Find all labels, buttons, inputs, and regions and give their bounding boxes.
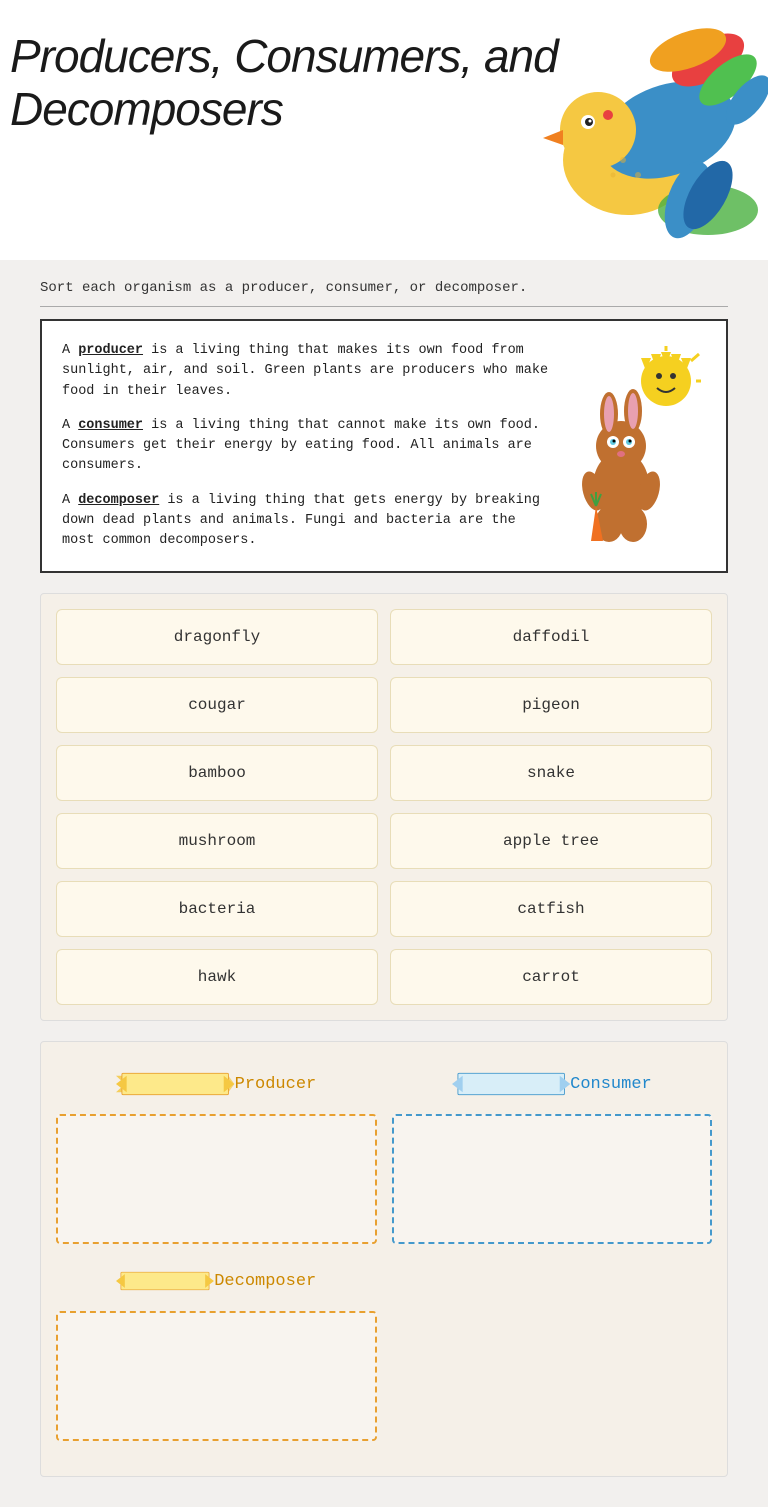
organism-grid-container: dragonfly daffodil cougar pigeon bamboo … [40, 593, 728, 1021]
producer-label: Producer [235, 1075, 317, 1094]
decomposer-column: Decomposer [56, 1259, 377, 1441]
organism-grid: dragonfly daffodil cougar pigeon bamboo … [56, 609, 712, 1005]
organism-card-carrot[interactable]: carrot [390, 949, 712, 1005]
decomposer-label: Decomposer [214, 1272, 316, 1291]
decomposer-drop-area[interactable] [56, 1311, 377, 1441]
organism-card-dragonfly[interactable]: dragonfly [56, 609, 378, 665]
top-section: Producers, Consumers, and Decomposers [0, 0, 768, 260]
organism-card-snake[interactable]: snake [390, 745, 712, 801]
producer-banner: Producer [116, 1062, 316, 1106]
organism-card-bacteria[interactable]: bacteria [56, 881, 378, 937]
organism-card-catfish[interactable]: catfish [390, 881, 712, 937]
main-content: Sort each organism as a producer, consum… [0, 260, 768, 1507]
producer-column: Producer [56, 1062, 377, 1244]
instruction-text: Sort each organism as a producer, consum… [40, 280, 728, 307]
sort-bottom-row: Decomposer [56, 1259, 712, 1441]
organism-card-bamboo[interactable]: bamboo [56, 745, 378, 801]
cartoon-illustration [566, 341, 706, 551]
empty-column [392, 1259, 713, 1441]
definition-box: A producer is a living thing that makes … [40, 319, 728, 573]
consumer-definition: A consumer is a living thing that cannot… [62, 416, 556, 477]
sort-top-row: Producer Consumer [56, 1062, 712, 1244]
producer-definition: A producer is a living thing that makes … [62, 341, 556, 402]
consumer-drop-area[interactable] [392, 1114, 713, 1244]
organism-card-apple-tree[interactable]: apple tree [390, 813, 712, 869]
organism-card-daffodil[interactable]: daffodil [390, 609, 712, 665]
consumer-label: Consumer [570, 1075, 652, 1094]
organism-card-mushroom[interactable]: mushroom [56, 813, 378, 869]
consumer-banner: Consumer [452, 1062, 652, 1106]
decomposer-banner: Decomposer [116, 1259, 316, 1303]
sort-area: Producer Consumer [40, 1041, 728, 1477]
organism-card-cougar[interactable]: cougar [56, 677, 378, 733]
organism-card-pigeon[interactable]: pigeon [390, 677, 712, 733]
bird-illustration [468, 0, 768, 260]
organism-card-hawk[interactable]: hawk [56, 949, 378, 1005]
definition-text-area: A producer is a living thing that makes … [62, 341, 556, 551]
consumer-column: Consumer [392, 1062, 713, 1244]
decomposer-definition: A decomposer is a living thing that gets… [62, 491, 556, 552]
producer-drop-area[interactable] [56, 1114, 377, 1244]
